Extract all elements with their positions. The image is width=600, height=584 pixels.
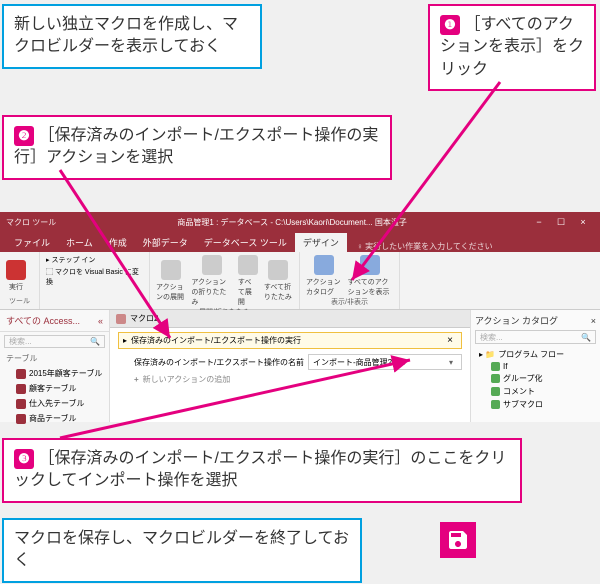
save-icon: [440, 522, 476, 558]
convert-vb-button[interactable]: ⬚ マクロを Visual Basic に変換: [46, 267, 143, 287]
maximize-button[interactable]: ☐: [550, 217, 572, 228]
nav-item-table[interactable]: 仕入先テーブル: [0, 396, 109, 411]
catalog-search-input[interactable]: 検索...🔍: [475, 330, 596, 344]
action-saved-import-export[interactable]: ▸ 保存済みのインポート/エクスポート操作の実行 ×: [118, 332, 462, 349]
param-saved-import-name: 保存済みのインポート/エクスポート操作の名前 インポート-商品管理2015 ▾: [118, 352, 462, 372]
step1-text: ［すべてのアクションを表示］をクリック: [440, 16, 584, 78]
nav-header[interactable]: すべての Access...: [6, 314, 80, 327]
close-pane-button[interactable]: ×: [591, 316, 596, 326]
collapse-action-button[interactable]: アクションの折りたたみ: [191, 255, 231, 307]
expand-action-button[interactable]: アクションの展開: [156, 260, 185, 302]
step3-text: ［保存済みのインポート/エクスポート操作の実行］のここをクリックしてインポート操…: [14, 450, 506, 489]
table-icon: [16, 369, 26, 379]
callout-save: マクロを保存し、マクロビルダーを終了しておく: [2, 518, 362, 583]
macro-builder: マクロ2 ▸ 保存済みのインポート/エクスポート操作の実行 × 保存済みのインポ…: [110, 310, 470, 422]
tab-external-data[interactable]: 外部データ: [135, 233, 196, 252]
tab-create[interactable]: 作成: [101, 233, 135, 252]
nav-search-input[interactable]: 検索...🔍: [4, 335, 105, 348]
tool-tab-label: マクロ ツール: [6, 217, 56, 228]
add-new-action-dropdown[interactable]: +新しいアクションの追加: [118, 372, 462, 387]
action-catalog-button[interactable]: アクション カタログ: [306, 255, 341, 297]
table-icon: [16, 384, 26, 394]
step2-text: ［保存済みのインポート/エクスポート操作の実行］アクションを選択: [14, 127, 378, 166]
show-all-actions-button[interactable]: すべてのアクションを表示: [347, 255, 393, 297]
tab-file[interactable]: ファイル: [6, 233, 58, 252]
step3-badge: ❸: [14, 449, 34, 469]
step2-badge: ❷: [14, 126, 34, 146]
block-icon: [491, 374, 500, 383]
nav-item-table[interactable]: 顧客テーブル: [0, 381, 109, 396]
nav-section-tables[interactable]: テーブル: [0, 351, 109, 366]
block-icon: [491, 387, 500, 396]
doc-tab-macro2[interactable]: マクロ2: [130, 313, 158, 324]
block-icon: [491, 362, 500, 371]
run-button[interactable]: 実行: [6, 260, 26, 292]
action-catalog-pane: アクション カタログ× 検索...🔍 ▸ 📁 プログラム フロー If グループ…: [470, 310, 600, 422]
titlebar: マクロ ツール 商品管理1 : データベース - C:\Users\Kaori\…: [0, 212, 600, 232]
nav-item-table[interactable]: 2015年顧客テーブル: [0, 366, 109, 381]
tree-program-flow[interactable]: ▸ 📁 プログラム フロー: [475, 348, 596, 361]
tab-home[interactable]: ホーム: [58, 233, 101, 252]
chevron-down-icon: ▾: [445, 358, 457, 367]
nav-item-table[interactable]: 商品テーブル: [0, 411, 109, 426]
tab-database-tools[interactable]: データベース ツール: [196, 233, 295, 252]
callout-step1: ❶ ［すべてのアクションを表示］をクリック: [428, 4, 596, 91]
ribbon: 実行 ツール ▸ ステップ イン ⬚ マクロを Visual Basic に変換…: [0, 252, 600, 310]
callout-step3: ❸ ［保存済みのインポート/エクスポート操作の実行］のここをクリックしてインポー…: [2, 438, 522, 503]
access-window: マクロ ツール 商品管理1 : データベース - C:\Users\Kaori\…: [0, 212, 600, 422]
tree-item[interactable]: サブマクロ: [475, 398, 596, 411]
block-icon: [491, 400, 500, 409]
expand-icon[interactable]: ▸: [123, 336, 127, 345]
delete-action-button[interactable]: ×: [443, 335, 457, 346]
minimize-button[interactable]: −: [528, 217, 550, 227]
macro-icon: [116, 314, 126, 324]
saved-import-dropdown[interactable]: インポート-商品管理2015 ▾: [308, 354, 462, 370]
tab-design[interactable]: デザイン: [295, 233, 347, 252]
nav-collapse-icon[interactable]: «: [98, 316, 103, 326]
table-icon: [16, 399, 26, 409]
search-icon: 🔍: [90, 337, 100, 346]
tree-item[interactable]: グループ化: [475, 372, 596, 385]
table-icon: [16, 414, 26, 424]
step-in-button[interactable]: ▸ ステップ イン: [46, 255, 95, 265]
navigation-pane: すべての Access...« 検索...🔍 テーブル 2015年顧客テーブル …: [0, 310, 110, 422]
callout-step2: ❷ ［保存済みのインポート/エクスポート操作の実行］アクションを選択: [2, 115, 392, 180]
search-icon: 🔍: [581, 333, 591, 342]
tell-me[interactable]: ♀ 実行したい作業を入力してください: [357, 241, 493, 252]
close-window-button[interactable]: ×: [572, 217, 594, 227]
step1-badge: ❶: [440, 15, 460, 35]
window-title: 商品管理1 : データベース - C:\Users\Kaori\Document…: [56, 217, 528, 228]
ribbon-tab-strip: ファイル ホーム 作成 外部データ データベース ツール デザイン ♀ 実行した…: [0, 232, 600, 252]
callout-prepare: 新しい独立マクロを作成し、マクロビルダーを表示しておく: [2, 4, 262, 69]
tree-item[interactable]: コメント: [475, 385, 596, 398]
collapse-all-button[interactable]: すべて折りたたみ: [264, 260, 293, 302]
tree-item[interactable]: If: [475, 361, 596, 372]
expand-all-button[interactable]: すべて展開: [238, 255, 258, 307]
